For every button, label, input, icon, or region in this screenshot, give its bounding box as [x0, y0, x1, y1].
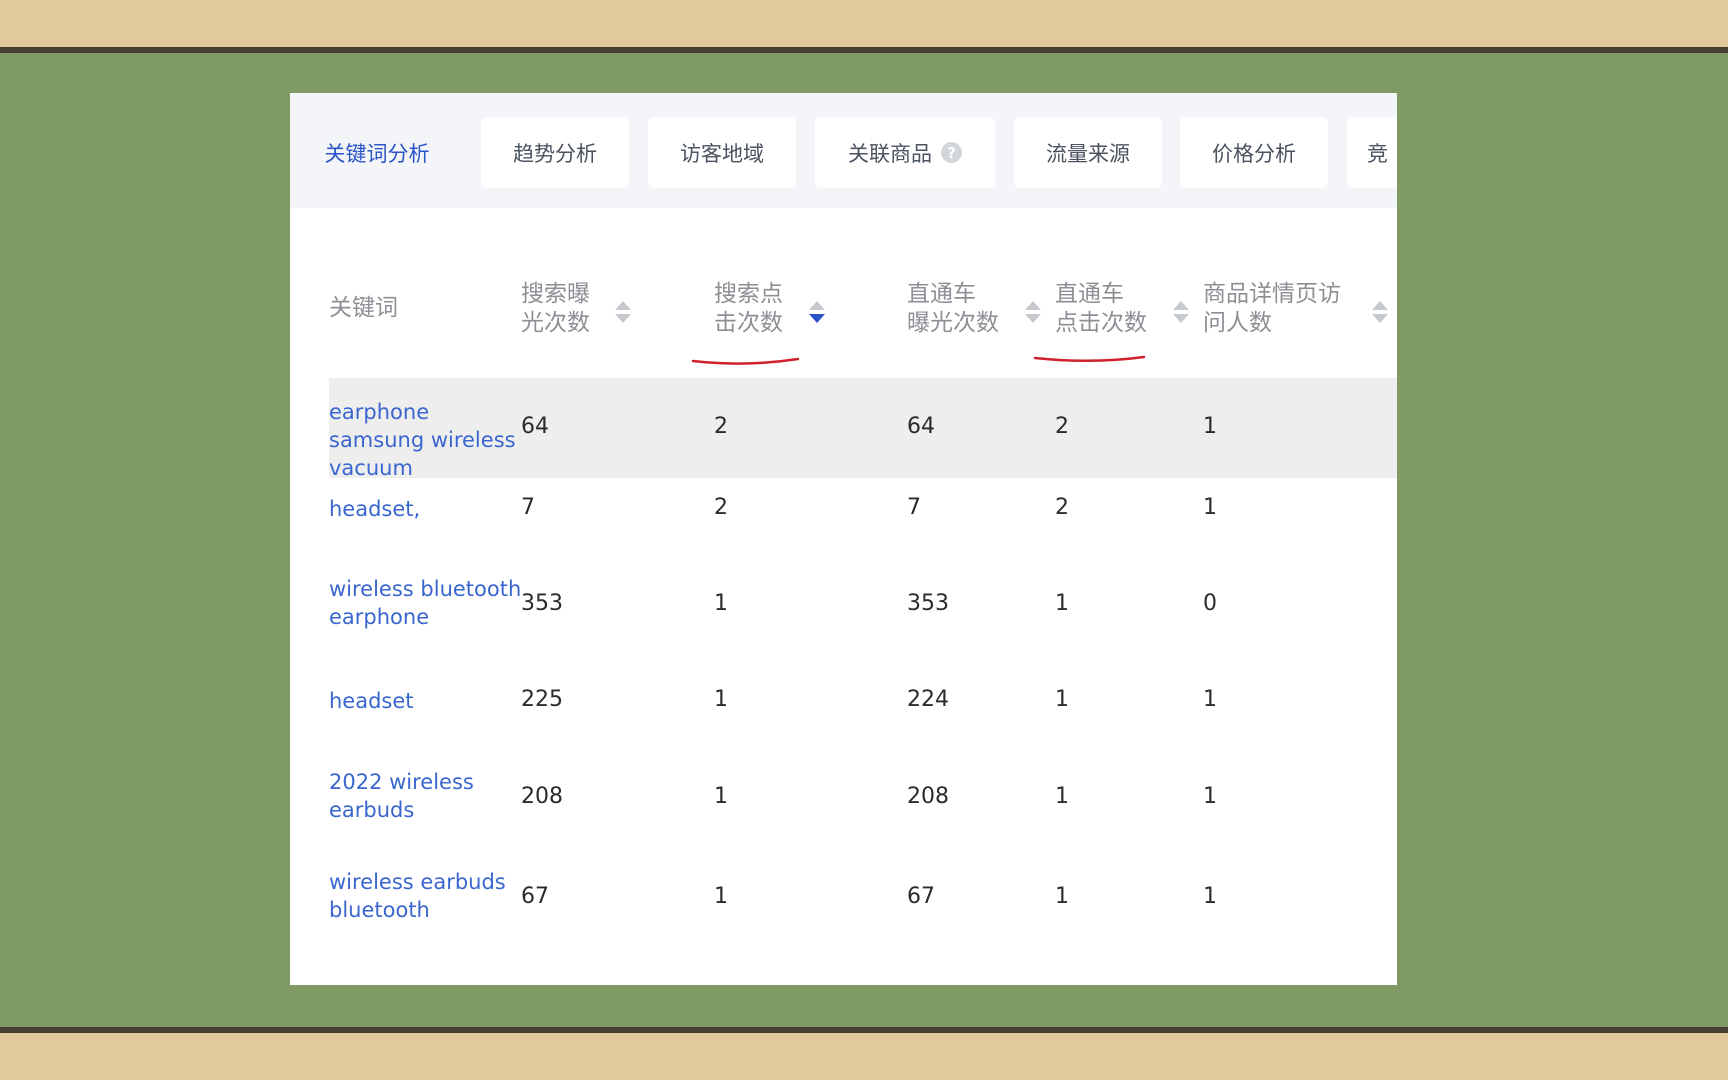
cell-detail-visitors: 1: [1203, 687, 1217, 712]
column-header-search-impressions: 搜索曝 光次数: [521, 281, 590, 336]
cell-ztc-clicks: 2: [1055, 414, 1069, 439]
tab-label: 关键词分析: [324, 141, 430, 166]
tab-label: 访客地域: [680, 141, 764, 166]
column-header-ztc-clicks: 直通车 点击次数: [1055, 281, 1147, 336]
tab-keyword-analysis[interactable]: 关键词分析: [290, 117, 464, 188]
tab-bar: 关键词分析 趋势分析 访客地域 关联商品 ? 流量来源 价格分析 竞: [290, 93, 1397, 208]
cell-ztc-impressions: 208: [907, 784, 949, 809]
cell-search-impressions: 64: [521, 414, 549, 439]
help-icon[interactable]: ?: [941, 142, 962, 163]
bottom-band: [0, 1033, 1728, 1080]
cell-search-impressions: 67: [521, 884, 549, 909]
cell-ztc-clicks: 1: [1055, 884, 1069, 909]
tab-trend-analysis[interactable]: 趋势分析: [481, 117, 629, 188]
annotation-underline-search-clicks: [691, 357, 800, 365]
cell-search-impressions: 353: [521, 591, 563, 616]
cell-ztc-clicks: 1: [1055, 784, 1069, 809]
keyword-link[interactable]: 2022 wireless earbuds: [329, 768, 524, 824]
cell-ztc-clicks: 2: [1055, 495, 1069, 520]
cell-search-clicks: 2: [714, 414, 728, 439]
sort-icon-search-clicks[interactable]: [809, 301, 825, 325]
tab-label: 关联商品: [848, 141, 932, 166]
keyword-link[interactable]: wireless earbuds bluetooth: [329, 868, 524, 924]
tab-label: 流量来源: [1046, 141, 1130, 166]
column-header-keyword: 关键词: [329, 295, 398, 321]
tab-price-analysis[interactable]: 价格分析: [1180, 117, 1328, 188]
cell-search-clicks: 1: [714, 784, 728, 809]
cell-detail-visitors: 1: [1203, 414, 1217, 439]
column-header-detail-visitors: 商品详情页访 问人数: [1203, 281, 1341, 336]
cell-ztc-impressions: 7: [907, 495, 921, 520]
column-header-search-clicks: 搜索点 击次数: [714, 281, 783, 336]
cell-search-clicks: 2: [714, 495, 728, 520]
sort-icon-ztc-impressions[interactable]: [1025, 301, 1041, 325]
keyword-link[interactable]: wireless bluetooth earphone: [329, 575, 524, 631]
cell-ztc-clicks: 1: [1055, 687, 1069, 712]
tab-label: 竞: [1367, 141, 1388, 166]
cell-ztc-impressions: 64: [907, 414, 935, 439]
cell-ztc-impressions: 67: [907, 884, 935, 909]
tab-label: 价格分析: [1212, 141, 1296, 166]
tab-traffic-source[interactable]: 流量来源: [1014, 117, 1162, 188]
top-band: [0, 0, 1728, 47]
sort-icon-ztc-clicks[interactable]: [1173, 301, 1189, 325]
cell-ztc-impressions: 224: [907, 687, 949, 712]
keyword-link[interactable]: earphone samsung wireless vacuum: [329, 398, 524, 482]
cell-search-clicks: 1: [714, 687, 728, 712]
cell-detail-visitors: 0: [1203, 591, 1217, 616]
tab-related-products[interactable]: 关联商品 ?: [815, 117, 995, 188]
cell-detail-visitors: 1: [1203, 495, 1217, 520]
top-divider: [0, 47, 1728, 53]
column-header-ztc-impressions: 直通车 曝光次数: [907, 281, 999, 336]
cell-detail-visitors: 1: [1203, 784, 1217, 809]
cell-ztc-impressions: 353: [907, 591, 949, 616]
cell-search-clicks: 1: [714, 591, 728, 616]
cell-search-impressions: 7: [521, 495, 535, 520]
cell-detail-visitors: 1: [1203, 884, 1217, 909]
cell-search-impressions: 225: [521, 687, 563, 712]
annotation-underline-ztc-clicks: [1033, 355, 1146, 363]
sort-icon-search-impressions[interactable]: [615, 301, 631, 325]
keyword-link[interactable]: headset: [329, 687, 524, 715]
tab-label: 趋势分析: [513, 141, 597, 166]
cell-ztc-clicks: 1: [1055, 591, 1069, 616]
tab-competitor[interactable]: 竞: [1347, 117, 1397, 188]
cell-search-impressions: 208: [521, 784, 563, 809]
tab-visitor-region[interactable]: 访客地域: [648, 117, 796, 188]
keyword-analysis-panel: 关键词分析 趋势分析 访客地域 关联商品 ? 流量来源 价格分析 竞 关键词 搜…: [290, 93, 1397, 985]
cell-search-clicks: 1: [714, 884, 728, 909]
sort-icon-detail-visitors[interactable]: [1372, 301, 1388, 325]
keyword-link[interactable]: headset,: [329, 495, 524, 523]
